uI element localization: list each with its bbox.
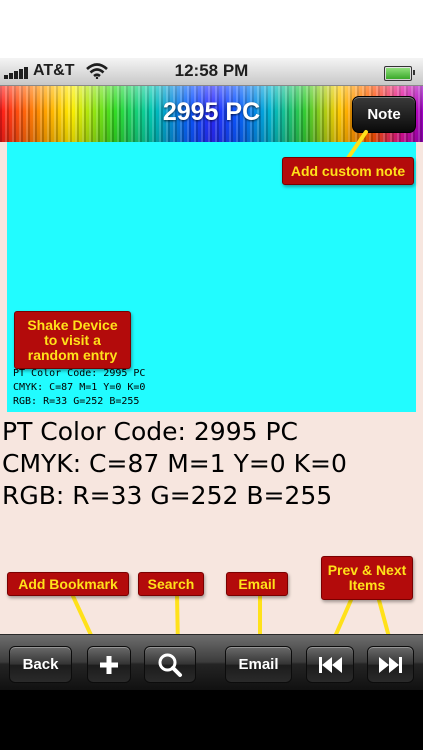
callout-shake-device: Shake Device to visit a random entry [14,311,131,369]
back-button[interactable]: Back [9,646,72,683]
navigation-bar: 2995 PC Note [0,86,423,142]
search-button[interactable] [144,646,196,683]
callout-search: Search [138,572,204,596]
app-screen: AT&T 12:58 PM 2995 PC Note PT Color Code… [0,0,423,750]
color-code-text: PT Color Code: 2995 PC [2,417,298,446]
swatch-info-code: PT Color Code: 2995 PC [13,368,146,379]
rewind-icon [319,656,342,673]
note-button[interactable]: Note [352,96,416,133]
magnifier-icon [158,653,182,677]
callout-custom-note: Add custom note [282,157,414,185]
rgb-text: RGB: R=33 G=252 B=255 [2,481,333,510]
add-bookmark-button[interactable] [87,646,131,683]
callout-email: Email [226,572,288,596]
swatch-info-cmyk: CMYK: C=87 M=1 Y=0 K=0 [13,382,146,393]
bottom-bezel [0,690,423,750]
callout-add-bookmark: Add Bookmark [7,572,129,596]
previous-item-button[interactable] [306,646,354,683]
email-button[interactable]: Email [225,646,292,683]
swatch-info: PT Color Code: 2995 PC CMYK: C=87 M=1 Y=0… [13,367,145,409]
swatch-info-rgb: RGB: R=33 G=252 B=255 [13,396,140,407]
battery-icon [384,66,415,81]
bottom-toolbar: Back Email [0,634,423,691]
status-bar: AT&T 12:58 PM [0,58,423,86]
plus-icon [100,655,118,674]
clock: 12:58 PM [174,61,249,80]
cmyk-text: CMYK: C=87 M=1 Y=0 K=0 [2,449,347,478]
top-margin [0,0,423,58]
next-item-button[interactable] [367,646,414,683]
fast-forward-icon [378,656,402,673]
callout-prev-next: Prev & Next Items [321,556,413,600]
